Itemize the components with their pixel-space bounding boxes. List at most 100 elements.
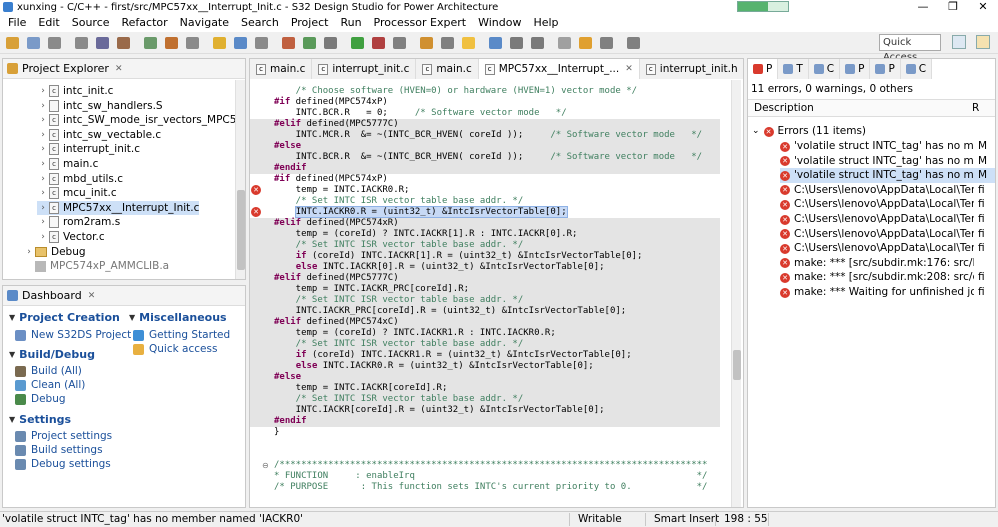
code-line[interactable]: /* Set INTC ISR vector table base addr. … [250, 339, 720, 350]
problem-item[interactable]: ✕ 'volatile struct INTC_tag' has no membe… [780, 139, 995, 154]
toolbar-toggle-mark-icon[interactable] [462, 37, 475, 49]
menu-source[interactable]: Source [66, 14, 116, 32]
problem-item[interactable]: ✕ C:\Users\lenovo\AppData\Local\Temp\cc fi [780, 183, 995, 198]
problem-item[interactable]: ✕ make: *** [src/subdir.mk:208: src/crt0.… [780, 270, 995, 285]
menu-refactor[interactable]: Refactor [116, 14, 174, 32]
tree-item[interactable]: › c intc_sw_vectable.c [37, 128, 161, 142]
perspective-open-icon[interactable] [952, 35, 966, 49]
code-line[interactable]: * FUNCTION : enableIrq */ [250, 471, 720, 482]
toolbar-save-all-icon[interactable] [48, 37, 61, 49]
tree-item[interactable]: › c mcu_init.c [37, 186, 117, 200]
code-line[interactable]: #elif defined(MPC5777C) [250, 273, 720, 284]
tree-item[interactable]: › intc_sw_handlers.S [37, 99, 163, 113]
editor-tab[interactable]: c interrupt_init.c [312, 59, 417, 79]
errors-group[interactable]: ⌄ ✕ Errors (11 items) [752, 124, 866, 139]
section-build-debug[interactable]: ▼ Build/Debug [9, 348, 95, 361]
code-line[interactable]: else INTC.IACKR[0].R = (uint32_t) &IntcI… [250, 262, 720, 273]
section-project-creation[interactable]: ▼ Project Creation [9, 311, 120, 324]
chevron-right-icon[interactable]: › [37, 215, 49, 229]
close-icon[interactable]: ✕ [115, 64, 123, 74]
project-explorer-title[interactable]: Project Explorer [22, 62, 109, 75]
toolbar-wand-icon[interactable] [420, 37, 433, 49]
error-marker-icon[interactable]: ✕ [251, 185, 261, 195]
code-line[interactable]: /***************************************… [250, 460, 720, 471]
chevron-right-icon[interactable]: › [23, 245, 35, 259]
toolbar-forward-nav-icon[interactable] [627, 37, 640, 49]
code-line[interactable]: #elif defined(MPC574xC) [250, 317, 720, 328]
code-line[interactable]: else INTC.IACKR0.R = (uint32_t) &IntcIsr… [250, 361, 720, 372]
code-line[interactable]: /* Set INTC ISR vector table base addr. … [250, 196, 720, 207]
code-line[interactable]: /* Choose software (HVEN=0) or hardware … [250, 86, 720, 97]
tree-item[interactable]: › c intc_init.c [37, 84, 113, 98]
menu-window[interactable]: Window [472, 14, 527, 32]
clean-all-link[interactable]: Clean (All) [15, 379, 85, 391]
heap-status-meter[interactable] [737, 1, 789, 12]
code-editor[interactable]: /* Choose software (HVEN=0) or hardware … [250, 80, 738, 507]
problem-item[interactable]: ✕ make: *** [src/subdir.mk:176: src/MPC57 [780, 256, 995, 271]
problems-view-tab[interactable]: C [900, 59, 933, 79]
toolbar-annot-icon[interactable] [531, 37, 544, 49]
code-line[interactable] [250, 438, 720, 449]
tree-item[interactable]: › c mbd_utils.c [37, 172, 123, 186]
code-line[interactable]: INTC.IACKR0.R = (uint32_t) &IntcIsrVecto… [250, 206, 720, 218]
problem-item[interactable]: ✕ C:\Users\lenovo\AppData\Local\Temp\cc fi [780, 227, 995, 242]
editor-scrollbar[interactable] [731, 80, 741, 507]
code-line[interactable]: if (coreId) INTC.IACKR1.R = (uint32_t) &… [250, 350, 720, 361]
problem-item[interactable]: ✕ C:\Users\lenovo\AppData\Local\Temp\cc fi [780, 212, 995, 227]
toolbar-print-icon[interactable] [75, 37, 88, 49]
chevron-right-icon[interactable]: › [37, 157, 49, 171]
toolbar-open-type-icon[interactable] [255, 37, 268, 49]
problem-item[interactable]: ✕ make: *** Waiting for unfinished jobs..… [780, 285, 995, 300]
menu-run[interactable]: Run [334, 14, 367, 32]
code-line[interactable]: #endif [250, 163, 720, 174]
code-line[interactable]: } [250, 427, 720, 438]
editor-tab[interactable]: c main.c [250, 59, 313, 79]
toolbar-build-icon[interactable] [96, 37, 109, 49]
code-line[interactable]: #elif defined(MPC5777C) [250, 119, 720, 130]
menu-project[interactable]: Project [285, 14, 335, 32]
toolbar-next-icon[interactable] [489, 37, 502, 49]
debug-settings-link[interactable]: Debug settings [15, 458, 111, 470]
chevron-right-icon[interactable]: › [37, 142, 49, 156]
toolbar-search-icon[interactable] [234, 37, 247, 49]
tree-item[interactable]: › Debug [23, 245, 85, 259]
toolbar-stop-icon[interactable] [282, 37, 295, 49]
code-line[interactable]: #if defined(MPC574xP) [250, 97, 720, 108]
tree-item[interactable]: MPC574xP_AMMCLIB.a [23, 259, 169, 273]
problems-view-tab[interactable]: C [808, 59, 841, 79]
code-line[interactable]: /* PURPOSE : This function sets INTC's c… [250, 482, 720, 493]
code-line[interactable]: temp = (coreId) ? INTC.IACKR[1].R : INTC… [250, 229, 720, 240]
dashboard-title[interactable]: Dashboard [22, 289, 82, 302]
section-settings[interactable]: ▼ Settings [9, 413, 71, 426]
problem-item[interactable]: ✕ 'volatile struct INTC_tag' has no membe… [780, 168, 995, 184]
code-line[interactable]: if (coreId) INTC.IACKR[1].R = (uint32_t)… [250, 251, 720, 262]
menu-processor-expert[interactable]: Processor Expert [368, 14, 473, 32]
problems-view-tab[interactable]: P [870, 59, 901, 79]
toolbar-pin-icon[interactable] [441, 37, 454, 49]
code-line[interactable]: /* Set INTC ISR vector table base addr. … [250, 295, 720, 306]
toolbar-hammer-icon[interactable] [117, 37, 130, 49]
code-line[interactable]: temp = INTC.IACKR_PRC[coreId].R; [250, 284, 720, 295]
problem-item[interactable]: ✕ C:\Users\lenovo\AppData\Local\Temp\cc fi [780, 241, 995, 256]
toolbar-save-icon[interactable] [27, 37, 40, 49]
toolbar-debug-green-icon[interactable] [351, 37, 364, 49]
new-project-link[interactable]: New S32DS Project [15, 329, 131, 341]
debug-link[interactable]: Debug [15, 393, 66, 405]
code-line[interactable]: #if defined(MPC574xP) [250, 174, 720, 185]
toolbar-run-green-icon[interactable] [303, 37, 316, 49]
col-resource[interactable]: R [972, 102, 979, 114]
code-line[interactable]: INTC.MCR.R &= ~(INTC_BCR_HVEN( coreId ))… [250, 130, 720, 141]
toolbar-run-config-icon[interactable] [186, 37, 199, 49]
tree-item[interactable]: › c MPC57xx__Interrupt_Init.c [37, 200, 200, 215]
code-line[interactable]: INTC.IACKR[coreId].R = (uint32_t) &IntcI… [250, 405, 720, 416]
quick-access-link[interactable]: Quick access [133, 343, 217, 355]
build-settings-link[interactable]: Build settings [15, 444, 103, 456]
code-line[interactable]: #else [250, 372, 720, 383]
code-line[interactable]: #endif [250, 416, 720, 427]
toolbar-ext-tools-icon[interactable] [324, 37, 337, 49]
code-line[interactable]: temp = INTC.IACKR[coreId].R; [250, 383, 720, 394]
chevron-right-icon[interactable]: › [37, 84, 49, 98]
code-line[interactable]: /* Set INTC ISR vector table base addr. … [250, 240, 720, 251]
error-marker-icon[interactable]: ✕ [251, 207, 261, 217]
toolbar-prev-icon[interactable] [510, 37, 523, 49]
